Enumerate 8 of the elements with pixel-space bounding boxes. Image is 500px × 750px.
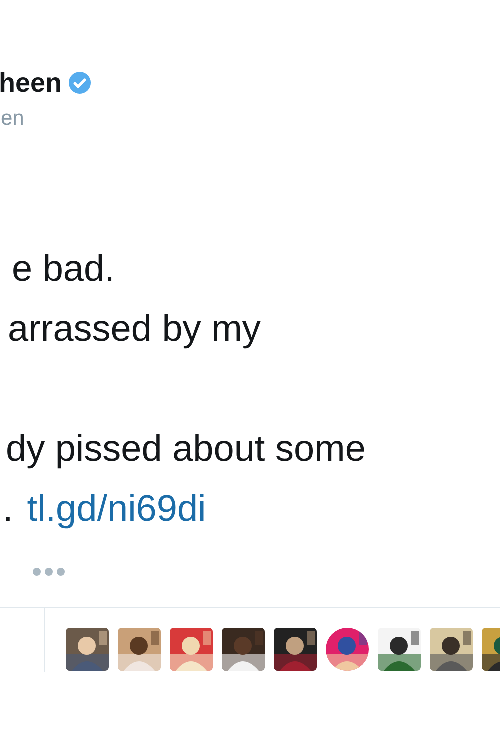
display-name[interactable]: heen bbox=[0, 68, 62, 98]
tweet-text: . bbox=[3, 488, 14, 529]
tweet-link[interactable]: tl.gd/ni69di bbox=[27, 488, 206, 529]
more-icon[interactable] bbox=[32, 567, 66, 577]
tweet-text: dy pissed about some bbox=[6, 428, 366, 469]
tweet-text: arrassed by my bbox=[8, 308, 261, 349]
tweet-text: e bad. bbox=[12, 248, 115, 289]
username[interactable]: en bbox=[1, 107, 500, 131]
